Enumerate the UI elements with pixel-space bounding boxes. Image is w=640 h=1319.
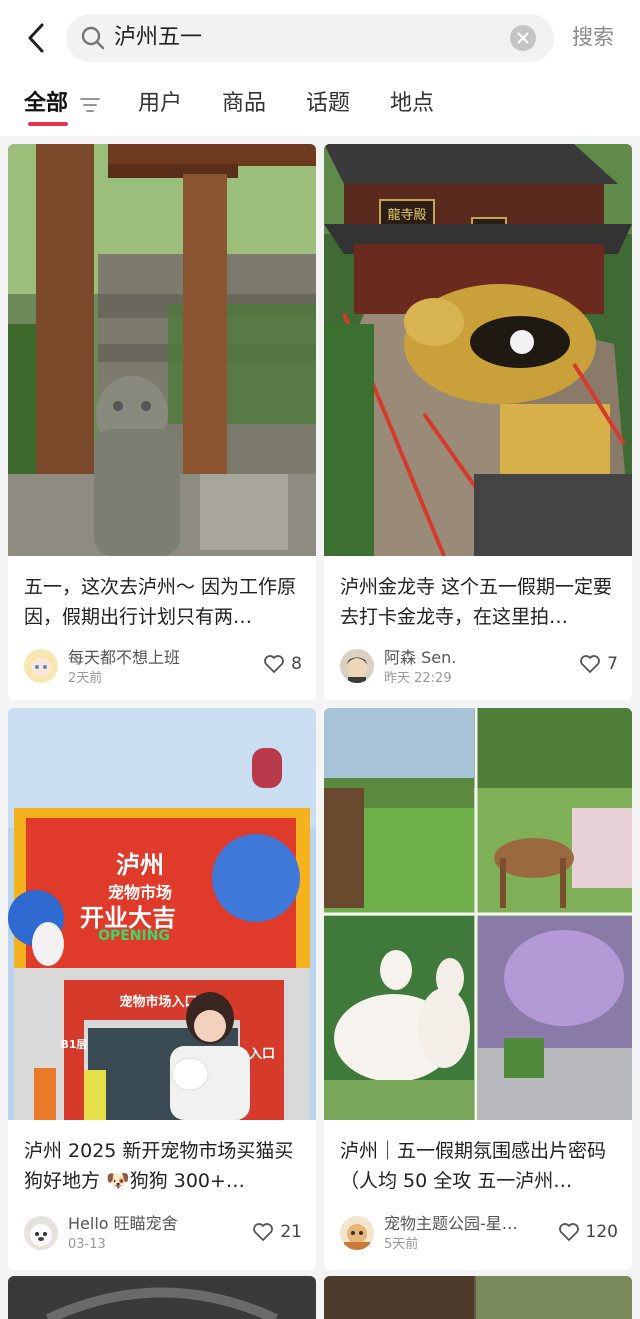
post-card[interactable] <box>8 1276 316 1319</box>
top-bar: 泸州五一 搜索 全部 用户 商品 话题 地点 <box>0 0 640 136</box>
filter-icon[interactable] <box>80 96 100 114</box>
post-card[interactable]: 龍寺殿 泸州金龙寺 这个五一假期一定要去打卡金龙寺，在这里拍… 阿森 Sen. … <box>324 144 632 700</box>
search-icon <box>81 26 105 50</box>
post-title: 五一，这次去泸州～ 因为工作原因，假期出行计划只有两… <box>24 576 297 628</box>
back-button[interactable] <box>18 20 54 56</box>
tab-users[interactable]: 用户 <box>138 88 182 120</box>
post-time: 03-13 <box>68 1237 106 1252</box>
post-time: 昨天 22:29 <box>384 671 452 686</box>
post-title: 泸州 2025 新开宠物市场买猫买狗好地方 🐶狗狗 300+… <box>24 1140 294 1192</box>
like-count: 120 <box>585 1222 618 1242</box>
search-input[interactable]: 泸州五一 <box>66 14 554 62</box>
like-count: 21 <box>280 1222 302 1242</box>
close-icon <box>517 32 529 44</box>
avatar-image <box>340 1216 374 1250</box>
image-caption-b1: B1层 <box>60 1038 87 1051</box>
image-caption-entry: 入口 <box>249 1047 275 1062</box>
clear-search-button[interactable] <box>510 25 536 51</box>
like-button[interactable]: 7 <box>579 654 618 674</box>
post-title: 泸州｜五一假期氛围感出片密码（人均 50 全攻 五一泸州… <box>340 1140 607 1192</box>
heart-icon <box>264 655 285 673</box>
tab-products[interactable]: 商品 <box>222 88 266 120</box>
heart-icon <box>558 1223 579 1241</box>
heart-icon <box>580 655 601 673</box>
like-button[interactable]: 8 <box>263 654 302 674</box>
tab-all[interactable]: 全部 <box>24 88 68 120</box>
tab-places[interactable]: 地点 <box>390 88 434 120</box>
image-caption-opening: OPENING <box>98 928 170 944</box>
post-time: 5天前 <box>384 1237 419 1252</box>
avatar-image <box>24 649 58 683</box>
post-image <box>8 1276 316 1319</box>
post-card[interactable]: 泸州 宠物市场 开业大吉 OPENING 宠物市场入口B1 B1层 入口 泸州 … <box>8 708 316 1270</box>
post-image <box>324 708 632 1120</box>
chevron-left-icon <box>28 23 44 53</box>
like-count: 8 <box>291 654 302 674</box>
heart-icon <box>253 1223 274 1241</box>
image-caption-city: 泸州 <box>116 851 164 879</box>
tab-topics[interactable]: 话题 <box>306 88 350 120</box>
like-button[interactable]: 120 <box>558 1222 618 1242</box>
active-tab-indicator <box>28 122 68 126</box>
search-query: 泸州五一 <box>114 25 203 50</box>
post-image: 龍寺殿 <box>324 144 632 556</box>
avatar-image <box>24 1216 58 1250</box>
image-caption-market: 宠物市场 <box>108 883 172 902</box>
post-image <box>8 144 316 556</box>
post-author[interactable]: Hello 旺瞄宠舍 <box>68 1214 178 1234</box>
post-card[interactable]: 五一，这次去泸州～ 因为工作原因，假期出行计划只有两… 每天都不想上班 2天前 … <box>8 144 316 700</box>
avatar[interactable] <box>24 649 58 683</box>
post-card[interactable] <box>324 1276 632 1319</box>
search-tabs: 全部 用户 商品 话题 地点 <box>0 84 640 134</box>
temple-sign: 龍寺殿 <box>387 207 426 223</box>
avatar[interactable] <box>340 649 374 683</box>
post-author[interactable]: 宠物主题公园-星… <box>384 1214 518 1234</box>
like-count: 7 <box>607 654 618 674</box>
search-button[interactable]: 搜索 <box>572 22 614 52</box>
post-image <box>324 1276 632 1319</box>
post-title: 泸州金龙寺 这个五一假期一定要去打卡金龙寺，在这里拍… <box>340 576 613 628</box>
post-author[interactable]: 阿森 Sen. <box>384 648 456 668</box>
avatar-image <box>340 649 374 683</box>
avatar[interactable] <box>24 1216 58 1250</box>
post-time: 2天前 <box>68 671 103 686</box>
avatar[interactable] <box>340 1216 374 1250</box>
like-button[interactable]: 21 <box>252 1222 302 1242</box>
post-author[interactable]: 每天都不想上班 <box>68 648 180 668</box>
post-image: 泸州 宠物市场 开业大吉 OPENING 宠物市场入口B1 B1层 入口 <box>8 708 316 1120</box>
post-card[interactable]: 泸州｜五一假期氛围感出片密码（人均 50 全攻 五一泸州… 宠物主题公园-星… … <box>324 708 632 1270</box>
